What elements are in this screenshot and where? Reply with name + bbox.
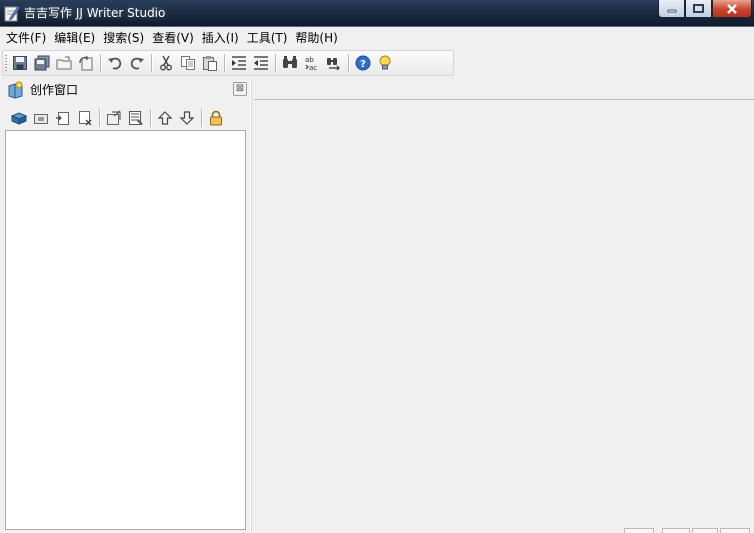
new-book-button[interactable] xyxy=(8,107,30,129)
svg-text:ab: ab xyxy=(305,56,314,64)
menu-file[interactable]: 文件(F) xyxy=(2,27,49,49)
help-button[interactable]: ? xyxy=(352,52,374,74)
save-all-button[interactable] xyxy=(31,52,53,74)
toolbar-separator xyxy=(100,54,101,72)
pane-toolbar xyxy=(4,106,252,130)
minimize-button[interactable] xyxy=(658,0,685,18)
copy-button[interactable] xyxy=(177,52,199,74)
outline-button[interactable] xyxy=(125,107,147,129)
maximize-button[interactable] xyxy=(685,0,712,18)
indent-decrease-icon xyxy=(254,56,268,70)
tip-icon xyxy=(379,55,391,70)
menu-insert[interactable]: 插入(I) xyxy=(198,27,242,49)
reload-button[interactable] xyxy=(75,52,97,74)
open-button[interactable] xyxy=(53,52,75,74)
save-icon xyxy=(13,56,27,70)
maximize-icon xyxy=(693,4,704,13)
toolbar-separator xyxy=(275,54,276,72)
indent-increase-button[interactable] xyxy=(228,52,250,74)
copy-icon xyxy=(181,56,195,70)
paste-icon xyxy=(203,56,217,71)
save-button[interactable] xyxy=(9,52,31,74)
redo-button[interactable] xyxy=(126,52,148,74)
pane-header: 创作窗口 ⊠ xyxy=(0,78,250,102)
menu-edit[interactable]: 编辑(E) xyxy=(50,27,98,49)
open-folder-icon xyxy=(56,56,72,70)
pane-toolbar-separator xyxy=(201,109,202,127)
new-chapter-icon xyxy=(56,112,69,125)
find-next-icon xyxy=(327,58,340,71)
pane-folder-icon xyxy=(8,81,23,99)
lock-icon xyxy=(210,110,222,126)
indent-increase-icon xyxy=(232,56,246,70)
cut-button[interactable] xyxy=(155,52,177,74)
move-down-button[interactable] xyxy=(176,107,198,129)
reload-icon xyxy=(79,55,93,71)
find-button[interactable] xyxy=(279,52,301,74)
replace-icon: abac xyxy=(305,56,317,71)
find-icon xyxy=(283,56,297,68)
menu-view[interactable]: 查看(V) xyxy=(148,27,197,49)
title-bar: 吉吉写作 JJ Writer Studio xyxy=(0,0,754,27)
move-up-icon xyxy=(157,111,173,125)
find-next-button[interactable] xyxy=(323,52,345,74)
new-folder-button[interactable] xyxy=(30,107,52,129)
creation-pane: 创作窗口 ⊠ xyxy=(0,78,250,533)
toolbar-separator xyxy=(151,54,152,72)
app-pen-icon xyxy=(4,5,20,22)
status-panel xyxy=(662,528,690,533)
new-book-icon xyxy=(11,112,27,125)
status-panel xyxy=(720,528,750,533)
pane-title: 创作窗口 xyxy=(30,83,79,97)
indent-decrease-button[interactable] xyxy=(250,52,272,74)
pane-toolbar-separator xyxy=(150,109,151,127)
svg-text:ac: ac xyxy=(309,64,317,71)
pane-toolbar-separator xyxy=(99,109,100,127)
toolbar-separator xyxy=(348,54,349,72)
properties-icon xyxy=(107,110,121,125)
properties-button[interactable] xyxy=(103,107,125,129)
delete-icon xyxy=(79,111,92,126)
editor-area xyxy=(254,78,754,533)
project-tree[interactable] xyxy=(5,130,246,530)
save-all-icon xyxy=(34,55,50,71)
pane-splitter[interactable] xyxy=(250,78,252,533)
status-panel xyxy=(692,528,718,533)
help-icon: ? xyxy=(355,55,371,71)
toolbar-grip[interactable] xyxy=(5,55,7,71)
redo-icon xyxy=(130,57,144,70)
new-folder-icon xyxy=(34,114,48,124)
svg-text:?: ? xyxy=(360,59,366,70)
status-panel xyxy=(624,528,654,533)
delete-button[interactable] xyxy=(74,107,96,129)
close-button[interactable] xyxy=(712,0,752,18)
menu-tools[interactable]: 工具(T) xyxy=(243,27,291,49)
undo-button[interactable] xyxy=(104,52,126,74)
main-toolbar: ab ac ? xyxy=(2,50,454,76)
close-icon xyxy=(727,3,737,14)
move-up-button[interactable] xyxy=(154,107,176,129)
cut-icon xyxy=(160,55,172,71)
menu-search[interactable]: 搜索(S) xyxy=(99,27,147,49)
lock-button[interactable] xyxy=(205,107,227,129)
document-tab-strip xyxy=(254,78,754,100)
move-down-icon xyxy=(179,111,195,125)
window-title: 吉吉写作 JJ Writer Studio xyxy=(24,6,166,20)
minimize-icon xyxy=(667,9,676,12)
replace-button[interactable]: ab ac xyxy=(301,52,323,74)
new-chapter-button[interactable] xyxy=(52,107,74,129)
menu-help[interactable]: 帮助(H) xyxy=(291,27,340,49)
paste-button[interactable] xyxy=(199,52,221,74)
tip-button[interactable] xyxy=(374,52,396,74)
outline-icon xyxy=(129,111,143,125)
toolbar-separator xyxy=(224,54,225,72)
undo-icon xyxy=(108,57,122,70)
pane-close-button[interactable]: ⊠ xyxy=(233,82,247,96)
menu-bar: 文件(F) 编辑(E) 搜索(S) 查看(V) 插入(I) 工具(T) 帮助(H… xyxy=(0,27,754,49)
